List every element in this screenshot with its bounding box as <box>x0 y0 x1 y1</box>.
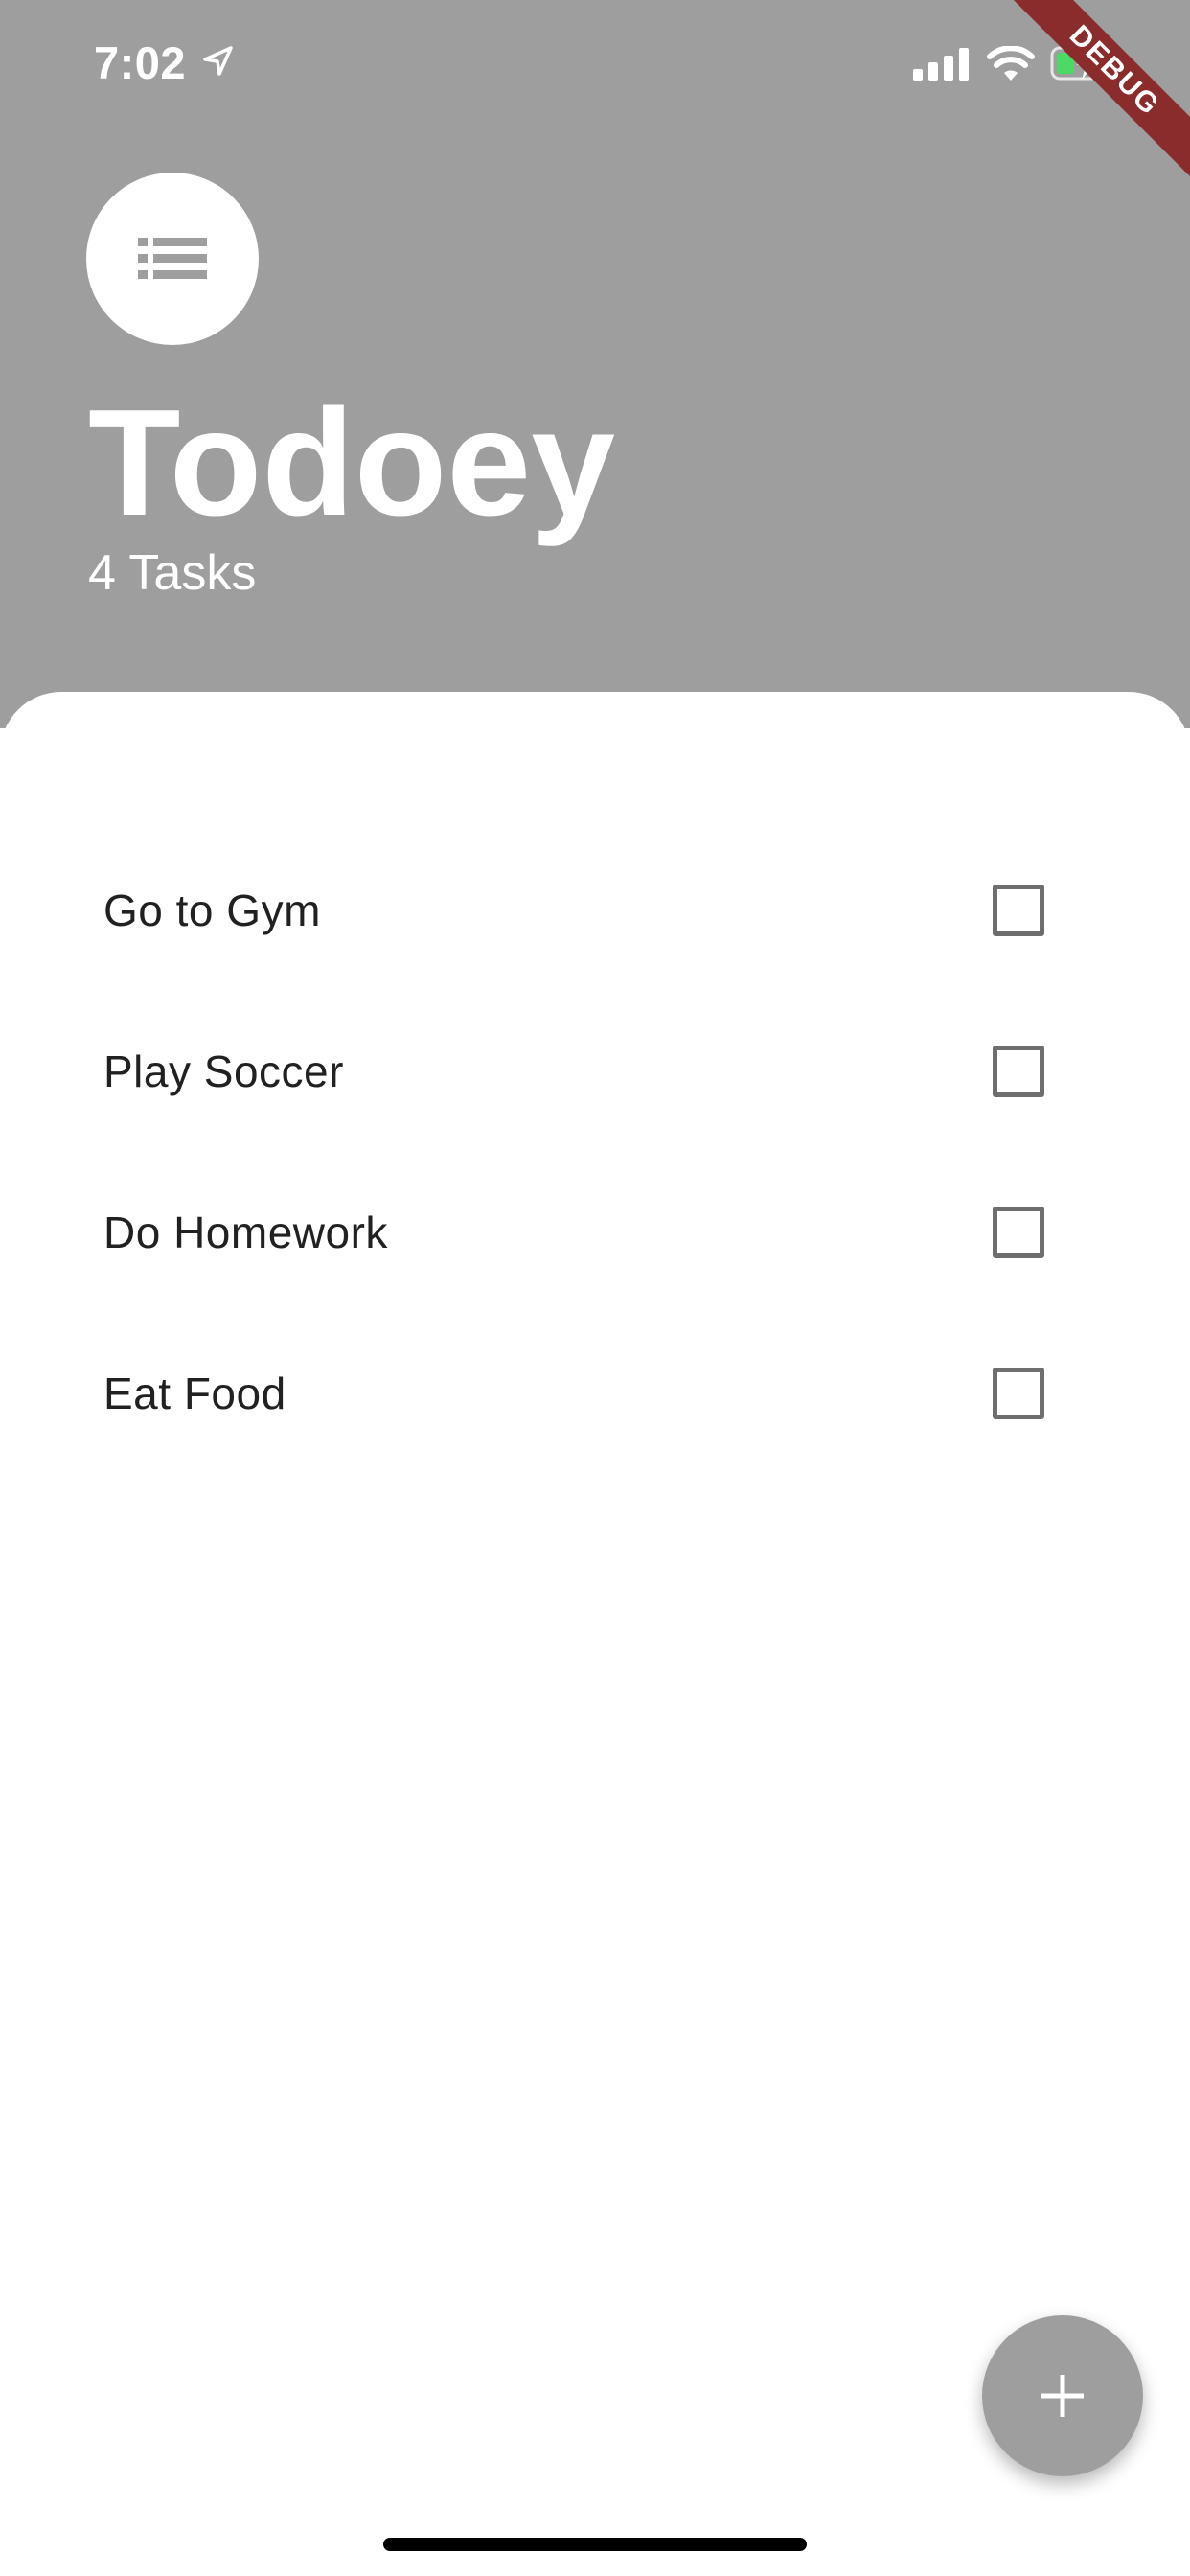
task-count: 4 Tasks <box>88 545 257 601</box>
cellular-signal-icon <box>913 48 969 80</box>
location-arrow-icon <box>203 46 233 76</box>
app-title: Todoey <box>88 379 616 547</box>
task-checkbox[interactable] <box>993 1368 1044 1419</box>
task-label[interactable]: Play Soccer <box>103 1046 344 1097</box>
task-row: Do Homework <box>0 1152 1190 1313</box>
task-checkbox[interactable] <box>993 885 1044 936</box>
debug-banner: DEBUG <box>998 0 1190 192</box>
status-time: 7:02 <box>94 37 187 88</box>
plus-icon <box>1041 2375 1084 2417</box>
task-row: Eat Food <box>0 1313 1190 1474</box>
task-checkbox[interactable] <box>993 1207 1044 1258</box>
task-list: Go to Gym Play Soccer Do Homework Eat Fo… <box>0 830 1190 1474</box>
home-indicator <box>383 2538 807 2551</box>
debug-label: DEBUG <box>1000 0 1190 185</box>
task-label[interactable]: Do Homework <box>103 1207 388 1258</box>
task-row: Play Soccer <box>0 991 1190 1152</box>
task-label[interactable]: Go to Gym <box>103 885 321 936</box>
menu-avatar <box>86 172 259 345</box>
add-task-button[interactable] <box>982 2315 1143 2476</box>
list-icon <box>138 238 207 279</box>
task-label[interactable]: Eat Food <box>103 1368 286 1419</box>
task-row: Go to Gym <box>0 830 1190 991</box>
task-checkbox[interactable] <box>993 1046 1044 1097</box>
